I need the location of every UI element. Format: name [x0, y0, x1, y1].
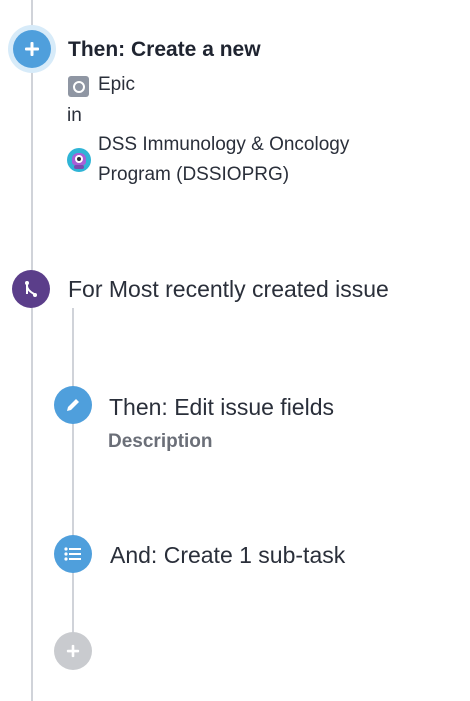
add-component-button[interactable]	[54, 632, 92, 670]
plus-icon	[66, 644, 80, 658]
edit-action-label: Then: Edit issue fields	[109, 394, 335, 420]
pencil-icon	[54, 386, 92, 424]
add-action-icon	[13, 30, 51, 68]
edit-issue-action[interactable]: Then: Edit issue fields Description	[40, 384, 470, 464]
project-name-line2: Program (DSSIOPRG)	[98, 164, 290, 185]
create-subtask-action[interactable]: And: Create 1 sub-task	[40, 534, 470, 578]
epic-issue-type-icon	[68, 76, 89, 97]
branch-label: For Most recently created issue	[68, 276, 389, 302]
create-issue-action[interactable]: Then: Create a new Epic in DSS Immunolog…	[0, 24, 470, 194]
list-icon	[54, 535, 92, 573]
subtask-action-label: And: Create 1 sub-task	[110, 542, 346, 568]
branch-rule-component[interactable]: For Most recently created issue	[0, 268, 470, 312]
edit-field-label: Description	[108, 431, 213, 452]
branch-icon	[12, 270, 50, 308]
in-label: in	[67, 105, 82, 126]
project-name-line1: DSS Immunology & Oncology	[98, 134, 350, 155]
create-action-title: Then: Create a new	[68, 38, 261, 61]
issue-type-label: Epic	[98, 74, 135, 95]
plus-icon	[25, 42, 39, 56]
branch-connector-line	[72, 308, 74, 648]
project-avatar-icon	[67, 148, 91, 172]
circle-icon	[72, 80, 85, 93]
